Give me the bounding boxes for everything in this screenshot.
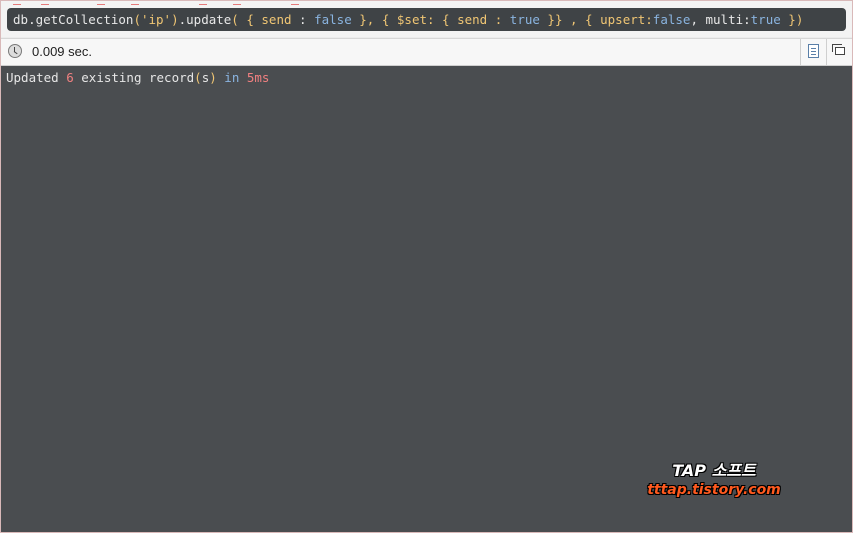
query-upsert-value: false xyxy=(652,12,691,27)
query-options-open: }} , { upsert: xyxy=(539,12,653,27)
query-multi-value: true xyxy=(750,12,781,27)
result-in: in xyxy=(216,70,247,85)
text-view-button[interactable] xyxy=(800,39,826,65)
query-dot: . xyxy=(178,12,187,27)
result-count: 6 xyxy=(66,70,74,85)
query-dot: . xyxy=(28,12,36,27)
query-paren: ( xyxy=(133,12,141,27)
query-multi-label: , multi: xyxy=(690,12,751,27)
view-controls xyxy=(800,39,852,65)
watermark: TAP 소프트 tttap.tistory.com xyxy=(641,461,787,499)
clock-icon xyxy=(8,44,22,58)
watermark-title: TAP 소프트 xyxy=(672,461,756,480)
text-view-icon xyxy=(808,44,819,58)
query-set-value: true xyxy=(509,12,540,27)
window-restore-icon xyxy=(832,44,845,55)
query-colon: : xyxy=(299,12,315,27)
query-paren: ) xyxy=(795,12,804,27)
query-options-close: } xyxy=(780,12,796,27)
result-paren: ( xyxy=(194,70,202,85)
query-toolbar: db.getCollection('ip').update( { send : … xyxy=(1,1,852,37)
result-duration: 5ms xyxy=(246,70,270,85)
result-middle: existing record xyxy=(73,70,195,85)
query-filter-open: { send xyxy=(238,12,300,27)
query-paren: ) xyxy=(171,12,179,27)
result-message: Updated 6 existing record(s) in 5ms xyxy=(6,70,269,86)
query-editor[interactable]: db.getCollection('ip').update( { send : … xyxy=(7,8,846,31)
query-update: update xyxy=(186,12,232,27)
mongo-shell-window: db.getCollection('ip').update( { send : … xyxy=(0,0,853,533)
results-panel: Updated 6 existing record(s) in 5ms TAP … xyxy=(1,66,852,532)
query-filter-value: false xyxy=(314,12,352,27)
elapsed-time: 0.009 sec. xyxy=(32,44,92,59)
tab-strip-edge xyxy=(1,1,852,5)
status-bar: 0.009 sec. xyxy=(1,38,852,66)
result-paren: ) xyxy=(209,70,217,85)
query-set-clause: }, { $set: { send : xyxy=(351,12,510,27)
result-prefix: Updated xyxy=(6,70,67,85)
query-collection-name: 'ip' xyxy=(140,12,172,27)
query-db: db xyxy=(13,12,29,27)
query-get-collection: getCollection xyxy=(35,12,134,27)
restore-window-button[interactable] xyxy=(826,39,852,65)
watermark-site: tttap.tistory.com xyxy=(647,482,781,498)
query-paren: ( xyxy=(231,12,239,27)
